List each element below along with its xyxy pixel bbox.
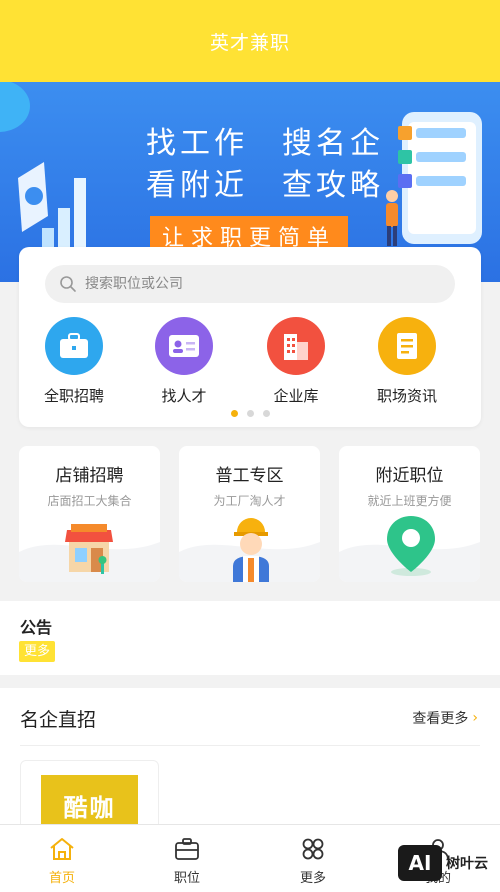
category-news[interactable]: 职场资讯 — [357, 317, 457, 406]
chevron-right-icon: › — [472, 710, 478, 726]
category-company[interactable]: 企业库 — [246, 317, 346, 406]
search-bar[interactable] — [45, 265, 455, 303]
view-more-label: 查看更多 — [412, 711, 469, 727]
category-label: 全职招聘 — [43, 387, 104, 405]
banner-line-1: 找工作 搜名企 — [146, 126, 384, 161]
tab-jobs[interactable]: 职位 — [137, 825, 237, 892]
divider — [20, 745, 480, 746]
feature-subtitle: 为工厂淘人才 — [213, 494, 286, 508]
watermark-logo: AI — [398, 845, 442, 881]
feature-nearby-jobs[interactable]: 附近职位 就近上班更方便 — [339, 446, 480, 582]
watermark-text: 树叶云 — [446, 856, 488, 872]
watermark: AI 树叶云 — [398, 845, 488, 881]
feature-title: 店铺招聘 — [55, 466, 124, 486]
feature-subtitle: 就近上班更方便 — [367, 494, 452, 508]
document-icon — [378, 317, 436, 375]
view-more-link[interactable]: 查看更多 › — [412, 708, 478, 728]
search-icon — [60, 276, 76, 292]
worker-icon — [233, 518, 269, 582]
briefcase-icon — [175, 838, 199, 860]
category-fulltime[interactable]: 全职招聘 — [24, 317, 124, 406]
notice-title: 公告 — [20, 618, 53, 637]
tab-label: 更多 — [299, 871, 326, 886]
feature-worker-zone[interactable]: 普工专区 为工厂淘人才 — [179, 446, 320, 582]
banner-line-2: 看附近 查攻略 — [146, 168, 384, 203]
id-card-icon — [155, 317, 213, 375]
page-indicator — [19, 410, 481, 417]
location-pin-icon — [387, 516, 435, 576]
feature-shop-recruit[interactable]: 店铺招聘 店面招工大集合 — [19, 446, 160, 582]
notice-section: 公告 更多 — [0, 601, 500, 675]
briefcase-icon — [45, 317, 103, 375]
shop-icon — [65, 524, 113, 574]
phone-illustration — [386, 112, 482, 246]
category-label: 找人才 — [161, 387, 207, 405]
grid-icon — [302, 838, 324, 860]
company-logo: 酷咖 — [41, 775, 138, 829]
tab-more[interactable]: 更多 — [263, 825, 363, 892]
notice-more-button[interactable]: 更多 — [19, 641, 56, 662]
category-label: 职场资讯 — [376, 387, 437, 405]
tab-label: 职位 — [173, 871, 200, 886]
search-input[interactable] — [85, 276, 425, 292]
category-talent[interactable]: 找人才 — [134, 317, 234, 406]
section-title: 名企直招 — [20, 709, 97, 731]
page-dot — [246, 410, 254, 417]
search-card: 全职招聘 找人才 企业库 — [19, 247, 481, 427]
page-dot — [262, 410, 270, 417]
app-header: 英才兼职 — [0, 0, 500, 82]
feature-subtitle: 店面招工大集合 — [47, 494, 132, 508]
page-dot-active — [230, 410, 238, 417]
tab-home[interactable]: 首页 — [12, 825, 112, 892]
feature-title: 附近职位 — [375, 466, 444, 486]
banner-decoration — [0, 82, 30, 132]
chart-illustration — [18, 162, 86, 250]
company-card[interactable]: 酷咖 — [20, 760, 159, 830]
tab-label: 首页 — [48, 871, 75, 886]
home-icon — [50, 838, 74, 860]
building-icon — [267, 317, 325, 375]
category-label: 企业库 — [273, 387, 319, 405]
app-title: 英才兼职 — [209, 31, 290, 54]
feature-title: 普工专区 — [215, 466, 284, 486]
